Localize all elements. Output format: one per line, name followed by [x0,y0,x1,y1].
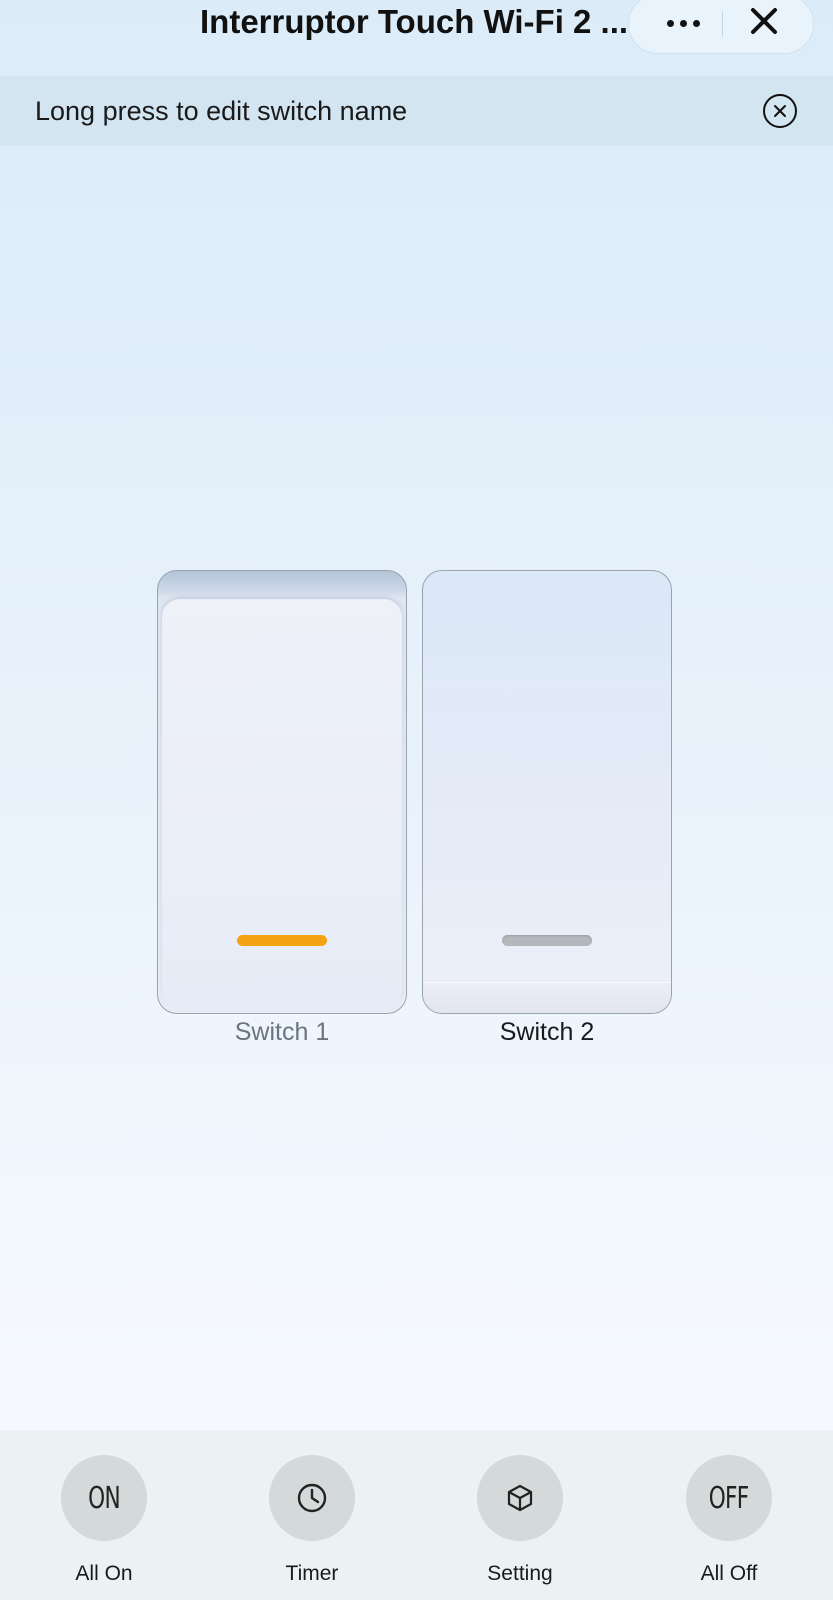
close-button[interactable] [739,1,789,45]
all-off-label: All Off [700,1562,758,1585]
timer-label: Timer [285,1562,339,1585]
off-icon: OFF [709,1480,749,1516]
setting-label: Setting [487,1562,553,1585]
cube-icon [507,1484,533,1512]
on-icon: ON [88,1480,120,1516]
all-on-action[interactable]: ON All On [44,1455,164,1587]
banner-dismiss-button[interactable] [762,93,798,129]
all-on-button[interactable]: ON [61,1455,147,1541]
clock-icon [297,1483,327,1513]
all-on-label: All On [75,1562,133,1585]
capsule-divider [722,11,723,37]
switch-1-indicator [237,935,327,946]
switch-2-base [423,982,671,1013]
more-dots-icon [666,19,674,27]
switch-2-label: Switch 2 [499,1018,595,1046]
setting-action[interactable]: Setting [460,1455,580,1587]
tip-banner-text: Long press to edit switch name [35,96,408,126]
switch-2-button[interactable] [422,570,672,1014]
more-dot [679,19,687,27]
switch-1-label: Switch 1 [234,1018,330,1046]
all-off-button[interactable]: OFF [686,1455,772,1541]
mini-program-capsule [628,0,814,54]
setting-button[interactable] [477,1455,563,1541]
switch-2-indicator [502,935,592,946]
switch-1-face [162,599,402,1011]
more-button[interactable] [653,3,713,43]
header: Interruptor Touch Wi-Fi 2 ... [0,0,833,76]
circle-close-icon [763,94,797,128]
tip-banner: Long press to edit switch name [0,76,833,146]
more-dot [692,19,700,27]
timer-action[interactable]: Timer [252,1455,372,1587]
switch-1-button[interactable] [157,570,407,1014]
all-off-action[interactable]: OFF All Off [669,1455,789,1587]
page-title: Interruptor Touch Wi-Fi 2 ... [200,3,629,40]
close-icon [751,8,777,34]
timer-button[interactable] [269,1455,355,1541]
